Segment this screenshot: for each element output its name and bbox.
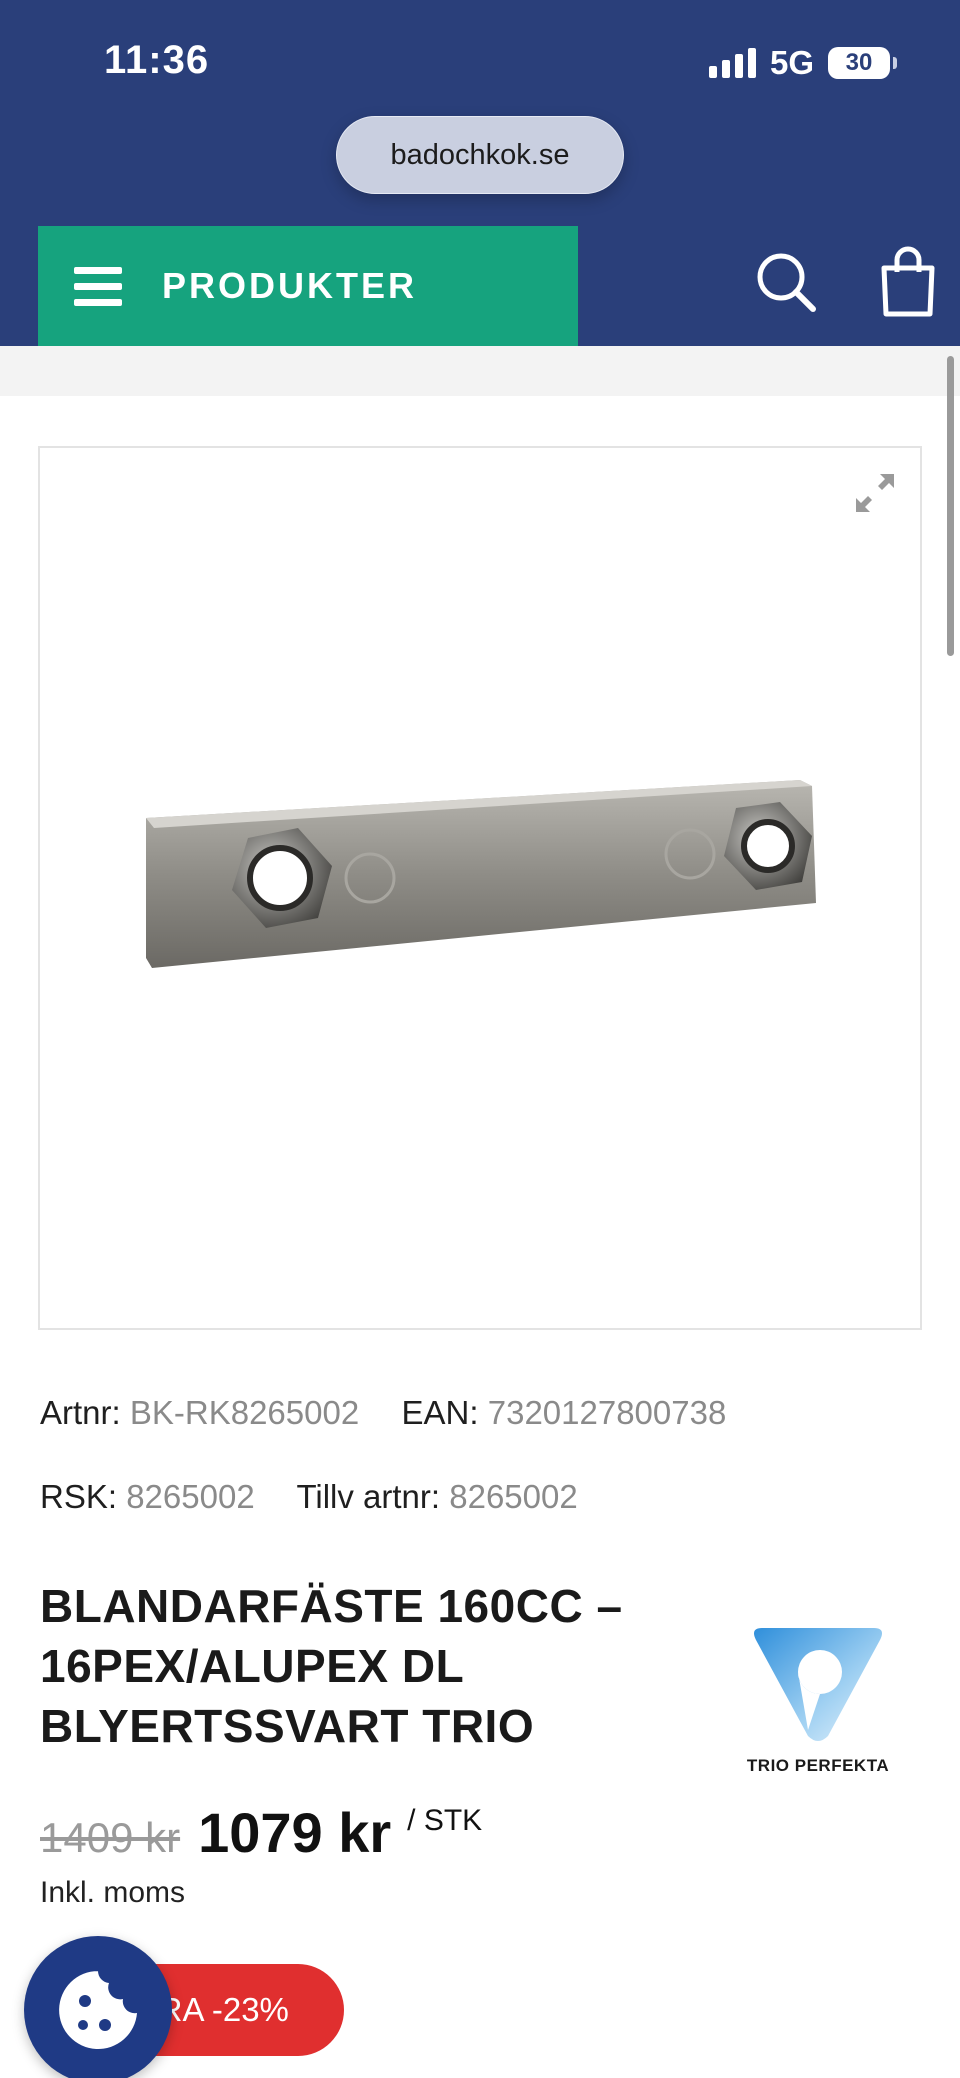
product-image (146, 780, 816, 968)
price-block: 1409 kr 1079 kr / STK (40, 1800, 482, 1865)
tillv-value: 8265002 (449, 1478, 578, 1515)
product-image-gallery[interactable] (38, 446, 922, 1330)
expand-icon[interactable] (850, 468, 900, 518)
brand-logo-icon (754, 1628, 882, 1741)
supplier-numbers: RSK: 8265002 Tillv artnr: 8265002 (40, 1478, 578, 1516)
ean-value: 7320127800738 (487, 1394, 727, 1431)
rsk-label: RSK: (40, 1478, 118, 1515)
page-top-spacer (0, 346, 960, 396)
article-numbers: Artnr: BK-RK8265002 EAN: 7320127800738 (40, 1394, 726, 1432)
status-time: 11:36 (104, 38, 210, 82)
cookie-settings-button[interactable] (24, 1936, 172, 2078)
battery-level: 30 (845, 49, 873, 76)
url-text: badochkok.se (390, 138, 570, 171)
url-bar[interactable]: badochkok.se (336, 116, 624, 194)
products-menu-button[interactable]: PRODUKTER (38, 226, 578, 346)
products-menu-label: PRODUKTER (162, 265, 418, 306)
artnr-value: BK-RK8265002 (129, 1394, 360, 1431)
brand-name: TRIO PERFEKTA (746, 1756, 890, 1775)
current-price: 1079 kr (198, 1801, 392, 1864)
price-unit: / STK (407, 1804, 483, 1837)
shopping-bag-icon (881, 246, 935, 317)
status-indicators: 5G 30 (708, 44, 897, 82)
original-price: 1409 kr (40, 1814, 181, 1861)
search-icon (757, 253, 816, 312)
artnr-label: Artnr: (40, 1394, 121, 1431)
battery-icon: 30 (828, 47, 897, 79)
cookie-icon (59, 1971, 137, 2049)
product-title-line: 16PEX/ALUPEX DL (40, 1640, 465, 1692)
vat-note: Inkl. moms (40, 1876, 186, 1909)
hamburger-icon (74, 266, 122, 306)
cart-button[interactable] (872, 244, 944, 320)
brand-logo[interactable]: TRIO PERFEKTA (738, 1620, 898, 1776)
cellular-signal-icon (708, 48, 756, 78)
product-title-line: BLANDARFÄSTE 160CC – (40, 1580, 623, 1632)
product-title-line: BLYERTSSVART TRIO (40, 1700, 535, 1752)
ean-label: EAN: (401, 1394, 479, 1431)
product-title: BLANDARFÄSTE 160CC – 16PEX/ALUPEX DL BLY… (40, 1576, 680, 1756)
rsk-value: 8265002 (126, 1478, 255, 1515)
network-type: 5G (769, 44, 814, 81)
tillv-label: Tillv artnr: (296, 1478, 441, 1515)
search-button[interactable] (750, 244, 822, 320)
scrollbar[interactable] (947, 356, 954, 656)
